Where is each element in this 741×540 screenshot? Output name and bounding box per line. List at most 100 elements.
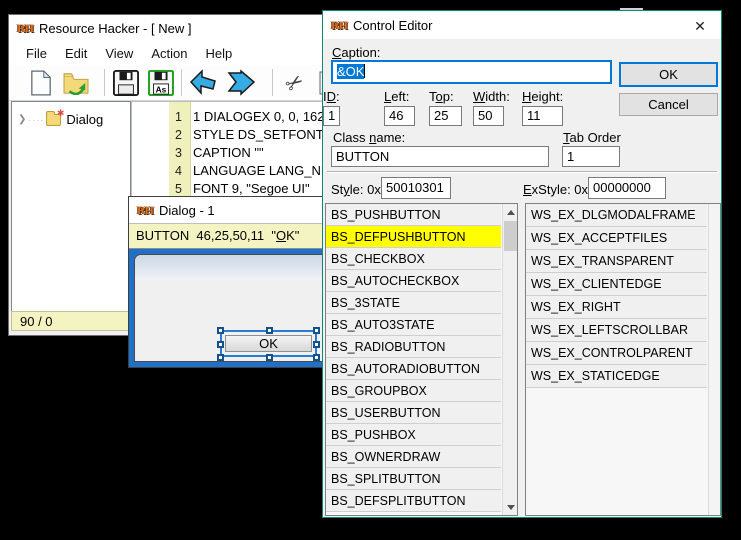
dialog1-titlebar[interactable]: RH Dialog - 1 [129,197,327,223]
style-flag-item[interactable]: BS_CHECKBOX [326,248,501,270]
arrow-up-left-icon [188,69,218,97]
field-block: Height: 11 [522,89,563,126]
exstyle-input[interactable]: 00000000 [588,177,666,199]
arrow-right-icon [227,69,257,97]
compile-button[interactable] [188,68,218,98]
resource-tree-panel[interactable]: ❯ ···· ✱ Dialog [11,101,131,313]
field-block: ID: 1 [323,89,340,126]
resource-hacker-app-icon: RH [331,18,347,33]
toolbar-separator [181,69,182,96]
style-flag-item[interactable]: BS_AUTOCHECKBOX [326,270,501,292]
exstyle-flag-item[interactable]: WS_EX_RIGHT [526,296,707,319]
open-file-button[interactable] [61,68,91,98]
field-label: Height: [522,89,563,104]
field-block: Top: 25 [429,89,462,126]
line-text: STYLE DS_SETFONT | [187,127,331,142]
menu-item[interactable]: File [17,43,56,64]
line-number: 4 [132,163,187,180]
menu-item[interactable]: Edit [56,43,96,64]
exstyle-flag-item[interactable]: WS_EX_CLIENTEDGE [526,273,707,296]
style-flag-item[interactable]: BS_DEFPUSHBUTTON [326,226,501,248]
style-input[interactable]: 50010301 [381,177,451,199]
menu-item[interactable]: Help [196,43,241,64]
tab-order-label: Tab Order [563,130,621,145]
preview-ok-button[interactable]: OK [225,335,312,352]
save-icon [113,70,139,96]
save-as-button[interactable]: As [146,68,176,98]
field-input[interactable]: 25 [429,106,462,126]
style-flag-item[interactable]: BS_SPLITBUTTON [326,468,501,490]
line-text: CAPTION "" [187,145,264,160]
exstyle-flag-item[interactable]: WS_EX_STATICEDGE [526,365,707,388]
caption-label: Caption: [332,45,380,60]
line-text: 1 DIALOGEX 0, 0, 162, [187,109,328,124]
exstyle-flag-item[interactable]: WS_EX_DLGMODALFRAME [526,204,707,227]
exstyle-flag-item[interactable]: WS_EX_TRANSPARENT [526,250,707,273]
rendered-dialog-preview[interactable]: OK [134,254,329,362]
field-label: Top: [429,89,462,104]
scroll-up-button[interactable] [503,204,518,220]
resize-handle-e[interactable] [313,341,320,348]
resize-handle-w[interactable] [217,341,224,348]
caption-input[interactable]: &OK [331,60,612,84]
dialog-preview-window: RH Dialog - 1 BUTTON 46,25,50,11 "OK" OK [128,196,328,368]
field-input[interactable]: 50 [473,106,504,126]
new-file-button[interactable] [26,68,56,98]
tab-order-input[interactable]: 1 [562,146,620,167]
cancel-button[interactable]: Cancel [619,93,718,116]
chevron-right-icon[interactable]: ❯ [18,114,26,125]
resize-handle-nw[interactable] [217,327,224,334]
triangle-down-icon [507,505,515,510]
style-flag-item[interactable]: BS_3STATE [326,292,501,314]
class-name-label: Class name: [333,130,405,145]
menu-item[interactable]: Action [142,43,196,64]
exstyle-flag-item[interactable]: WS_EX_CONTROLPARENT [526,342,707,365]
ok-button[interactable]: OK [619,62,718,87]
field-input[interactable]: 1 [323,106,340,126]
run-button[interactable] [227,68,257,98]
style-flag-item[interactable]: BS_AUTORADIOBUTTON [326,358,501,380]
save-as-icon: As [148,70,174,96]
tree-item-dialog[interactable]: ❯ ···· ✱ Dialog [12,112,130,127]
resize-handle-s[interactable] [266,354,273,361]
exstyle-list-scroll-track[interactable] [708,204,720,515]
scroll-down-button[interactable] [503,499,518,515]
resize-handle-ne[interactable] [313,327,320,334]
triangle-up-icon [507,210,515,215]
close-icon[interactable]: ✕ [687,16,713,36]
style-label: Style: 0x [331,182,381,197]
cut-button[interactable]: ✂ [280,68,310,98]
class-name-input[interactable]: BUTTON [331,146,549,167]
line-number: 3 [132,145,187,162]
style-list-scrollbar[interactable] [502,204,517,515]
style-flag-item[interactable]: BS_RADIOBUTTON [326,336,501,358]
control-editor-titlebar[interactable]: RH Control Editor [323,11,721,39]
menu-item[interactable]: View [96,43,142,64]
style-flag-item[interactable]: BS_OWNERDRAW [326,446,501,468]
resize-handle-n[interactable] [266,327,273,334]
scrollbar-thumb[interactable] [504,221,517,251]
control-info-bar: BUTTON 46,25,50,11 "OK" [129,223,327,249]
exstyle-flags-listbox: WS_EX_DLGMODALFRAMEWS_EX_ACCEPTFILESWS_E… [525,203,721,516]
exstyle-flag-item[interactable]: WS_EX_ACCEPTFILES [526,227,707,250]
style-flag-item[interactable]: BS_USERBUTTON [326,402,501,424]
field-block: Width: 50 [473,89,510,126]
field-input[interactable]: 46 [384,106,415,126]
resize-handle-sw[interactable] [217,354,224,361]
resize-handle-se[interactable] [313,354,320,361]
style-flag-item[interactable]: BS_PUSHBUTTON [326,204,501,226]
field-input[interactable]: 11 [522,106,563,126]
field-label: Width: [473,89,510,104]
exstyle-flag-item[interactable]: WS_EX_LEFTSCROLLBAR [526,319,707,342]
style-flag-item[interactable]: BS_GROUPBOX [326,380,501,402]
selected-control[interactable]: OK [220,330,317,357]
save-button[interactable] [111,68,141,98]
style-flag-item[interactable]: BS_PUSHBOX [326,424,501,446]
tree-connector: ···· [28,115,44,125]
toolbar-separator [272,69,273,96]
scissors-icon: ✂ [281,68,310,99]
modified-star-icon: ✱ [57,108,65,119]
style-flag-item[interactable]: BS_AUTO3STATE [326,314,501,336]
field-label: ID: [323,89,340,104]
style-flag-item[interactable]: BS_DEFSPLITBUTTON [326,490,501,512]
